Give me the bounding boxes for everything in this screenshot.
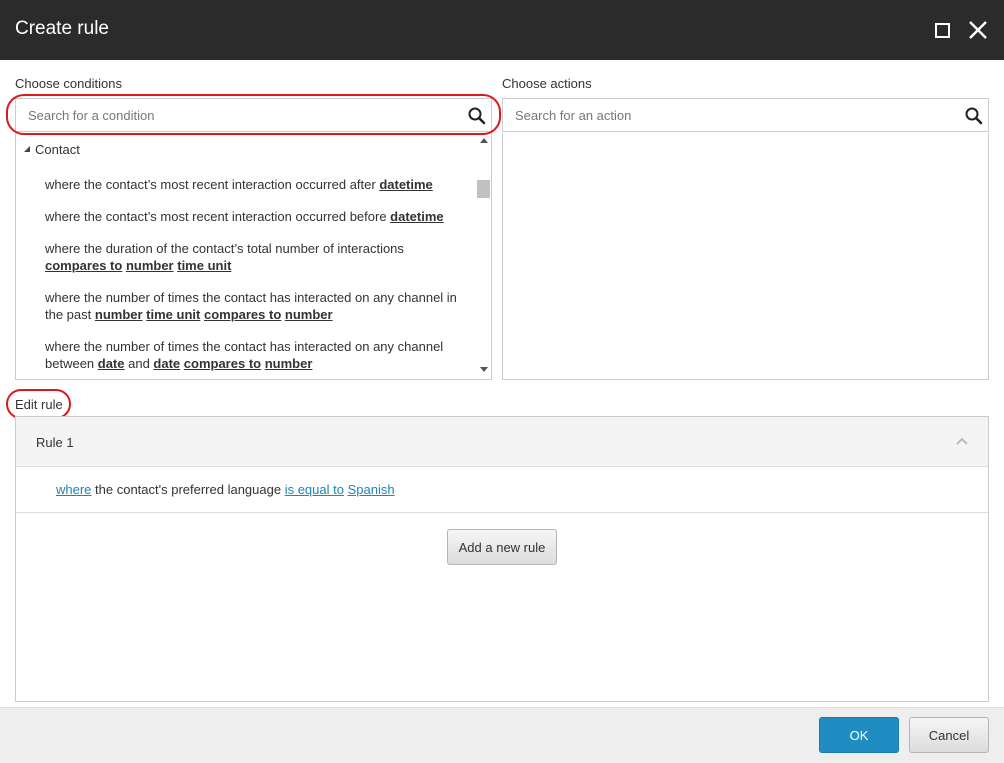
- collapse-triangle-icon[interactable]: [24, 146, 30, 152]
- condition-search-input[interactable]: [16, 99, 491, 131]
- condition-list: Contact where the contact’s most recent …: [15, 133, 492, 380]
- scroll-thumb[interactable]: [477, 180, 490, 198]
- add-new-rule-button[interactable]: Add a new rule: [447, 529, 557, 565]
- group-label: Contact: [35, 142, 80, 157]
- ok-button[interactable]: OK: [819, 717, 899, 753]
- dialog-titlebar: Create rule: [0, 0, 1004, 60]
- scroll-down-icon[interactable]: [480, 367, 488, 372]
- condition-item[interactable]: where the contact’s most recent interact…: [45, 208, 465, 225]
- action-list: [502, 133, 989, 380]
- condition-scrollbar[interactable]: [476, 133, 491, 379]
- choose-conditions-label: Choose conditions: [15, 76, 122, 91]
- dialog-footer: OK Cancel: [0, 707, 1004, 763]
- condition-text: where the duration of the contact’s tota…: [45, 241, 404, 256]
- condition-parameter-link[interactable]: compares to: [45, 258, 122, 273]
- search-icon[interactable]: [964, 106, 984, 126]
- condition-parameter-link[interactable]: number: [95, 307, 143, 322]
- condition-text: and: [124, 356, 154, 371]
- where-link[interactable]: where: [56, 482, 91, 497]
- group-header-contact[interactable]: Contact: [24, 142, 80, 157]
- edit-rule-label: Edit rule: [15, 397, 63, 412]
- condition-parameter-link[interactable]: time unit: [177, 258, 231, 273]
- value-link[interactable]: Spanish: [348, 482, 395, 497]
- rule-title: Rule 1: [36, 435, 74, 450]
- condition-text: where the contact’s most recent interact…: [45, 209, 391, 224]
- condition-parameter-link[interactable]: date: [98, 356, 125, 371]
- condition-item[interactable]: where the number of times the contact ha…: [45, 289, 465, 323]
- maximize-icon[interactable]: [935, 23, 950, 38]
- action-search-box: [502, 98, 989, 132]
- condition-parameter-link[interactable]: number: [265, 356, 313, 371]
- dialog-title: Create rule: [15, 18, 109, 39]
- condition-parameter-link[interactable]: datetime: [379, 177, 432, 192]
- rule-header[interactable]: Rule 1: [16, 417, 988, 467]
- condition-item[interactable]: where the duration of the contact’s tota…: [45, 240, 465, 274]
- rule-panel: Rule 1 where the contact's preferred lan…: [15, 416, 989, 702]
- rule-condition-row: where the contact's preferred language i…: [16, 467, 988, 513]
- condition-item[interactable]: where the contact’s most recent interact…: [45, 176, 465, 193]
- cancel-button[interactable]: Cancel: [909, 717, 989, 753]
- scroll-up-icon[interactable]: [480, 138, 488, 143]
- operator-link[interactable]: is equal to: [285, 482, 344, 497]
- condition-item[interactable]: where the number of times the contact ha…: [45, 338, 465, 372]
- condition-text: where the contact’s most recent interact…: [45, 177, 380, 192]
- action-search-input[interactable]: [503, 99, 988, 131]
- condition-parameter-link[interactable]: number: [285, 307, 333, 322]
- condition-parameter-link[interactable]: compares to: [184, 356, 261, 371]
- condition-parameter-link[interactable]: compares to: [204, 307, 281, 322]
- search-icon[interactable]: [467, 106, 487, 126]
- condition-parameter-link[interactable]: number: [126, 258, 174, 273]
- condition-parameter-link[interactable]: datetime: [390, 209, 443, 224]
- choose-actions-label: Choose actions: [502, 76, 592, 91]
- rule-condition-middle: the contact's preferred language: [91, 482, 285, 497]
- condition-parameter-link[interactable]: date: [153, 356, 180, 371]
- condition-parameter-link[interactable]: time unit: [146, 307, 200, 322]
- rule-condition-text: where the contact's preferred language i…: [56, 482, 395, 497]
- chevron-up-icon[interactable]: [956, 436, 968, 446]
- close-icon[interactable]: [966, 16, 990, 44]
- condition-search-box: [15, 98, 492, 132]
